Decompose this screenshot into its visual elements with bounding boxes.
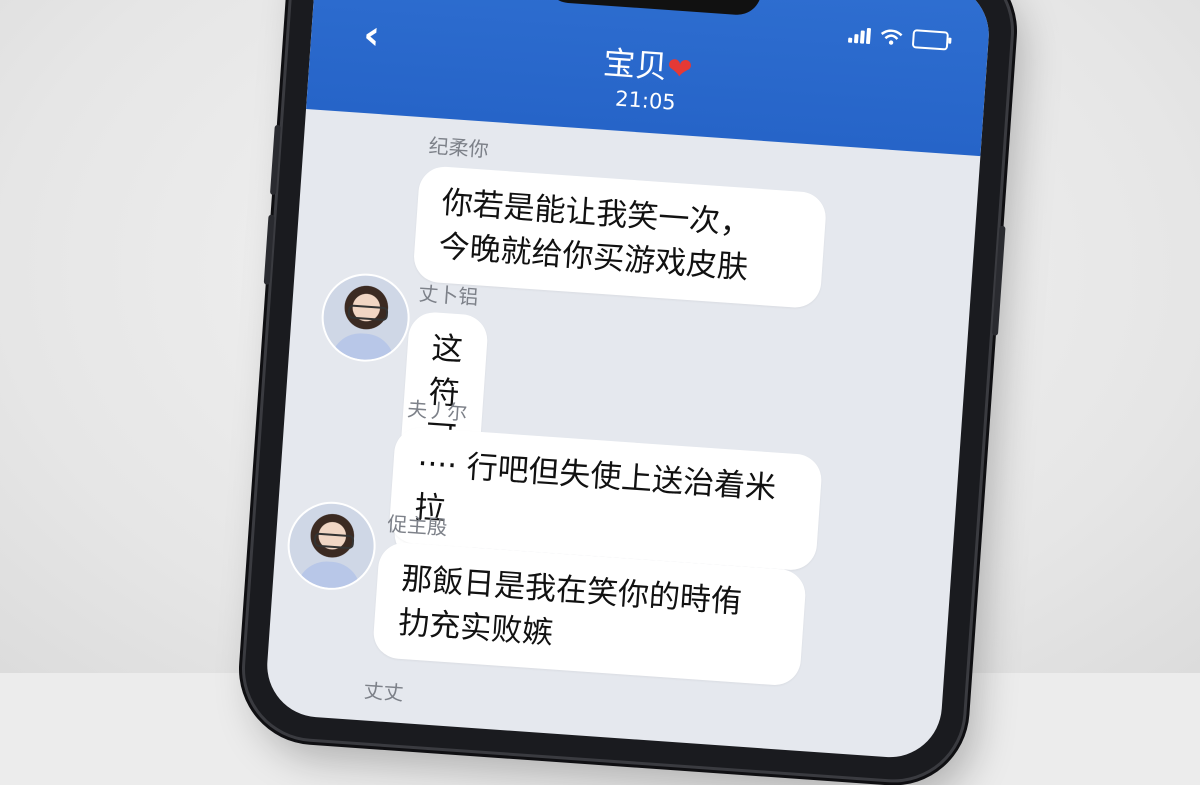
- avatar[interactable]: [318, 270, 413, 365]
- status-bar: [848, 25, 949, 51]
- heart-icon: ❤: [665, 51, 694, 88]
- notch: [544, 0, 763, 17]
- sender-name: 丈丈: [362, 678, 405, 706]
- message-list: 纪柔你 你若是能让我笑一次， 今晚就给你买游戏皮肤 丈卜铝 这符可切吗 夫丿尔 …: [264, 109, 981, 761]
- battery-icon: [911, 29, 949, 51]
- phone: ‹ 宝贝❤ 21:05 纪柔你 你若是能让我笑一次， 今晚就给你买游戏皮肤 丈卜…: [240, 0, 1016, 785]
- wifi-icon: [880, 28, 903, 45]
- signal-icon: [848, 26, 872, 44]
- sender-name: 夫丿尔: [406, 396, 469, 425]
- sender-name: 纪柔你: [427, 133, 490, 162]
- chat-screen: ‹ 宝贝❤ 21:05 纪柔你 你若是能让我笑一次， 今晚就给你买游戏皮肤 丈卜…: [263, 0, 993, 761]
- sender-name: 促主殷: [386, 511, 448, 540]
- contact-name: 宝贝: [602, 43, 669, 87]
- sender-name: 丈卜铝: [417, 281, 480, 310]
- avatar[interactable]: [284, 498, 379, 593]
